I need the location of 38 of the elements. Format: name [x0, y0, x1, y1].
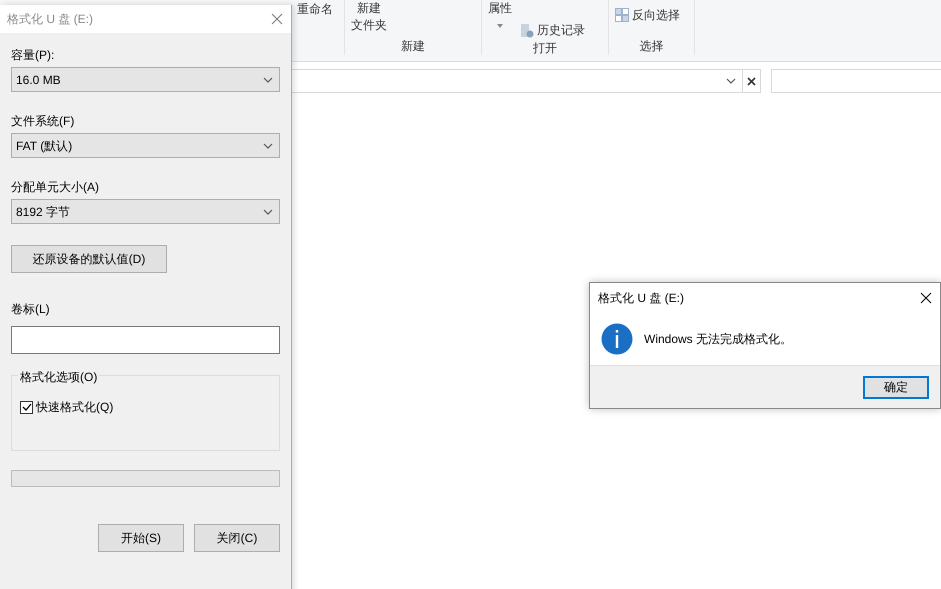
- checkbox[interactable]: [20, 400, 33, 414]
- document-clock-icon: [520, 22, 534, 38]
- ribbon-button[interactable]: 重命名: [297, 0, 333, 18]
- close-icon: [271, 13, 283, 25]
- ribbon-button[interactable]: 反向选择: [615, 6, 680, 24]
- close-icon[interactable]: [747, 76, 756, 86]
- dialog-button[interactable]: 开始(S): [98, 524, 184, 552]
- dialog-button[interactable]: 关闭(C): [194, 524, 280, 552]
- field-label: 分配单元大小(A): [11, 179, 100, 195]
- ribbon-group-label: 选择: [640, 39, 664, 53]
- dropdown[interactable]: 8192 字节: [11, 199, 280, 224]
- message-text: Windows 无法完成格式化。: [644, 331, 792, 348]
- ribbon-button[interactable]: 新建 文件夹: [351, 0, 387, 37]
- close-icon: [920, 292, 932, 304]
- dropdown[interactable]: FAT (默认): [11, 133, 280, 158]
- input-field[interactable]: [11, 326, 280, 354]
- field-label: 容量(P):: [11, 47, 56, 63]
- ok-button[interactable]: 确定: [863, 376, 929, 398]
- field-label: 文件系统(F): [11, 113, 76, 129]
- checkbox-label: 快速格式化(Q): [36, 399, 114, 416]
- caret-icon: [263, 142, 273, 148]
- dropdown[interactable]: 16.0 MB: [11, 67, 280, 92]
- caret-icon: [263, 208, 273, 214]
- caret-icon: [263, 76, 273, 82]
- ribbon-button[interactable]: 属性: [488, 0, 512, 39]
- ribbon-group-label: 打开: [533, 41, 557, 55]
- field-label: 卷标(L): [11, 301, 51, 317]
- group-title: 格式化选项(O): [18, 368, 100, 386]
- ribbon-group-label: 新建: [401, 39, 425, 53]
- window-title: 格式化 U 盘 (E:): [598, 290, 684, 307]
- search-field[interactable]: [771, 69, 941, 93]
- caret-icon: [497, 24, 503, 28]
- restore-defaults-button[interactable]: 还原设备的默认值(D): [11, 245, 167, 273]
- ribbon-button[interactable]: 历史记录: [520, 21, 585, 39]
- chevron-down-icon: [726, 78, 736, 84]
- grid-icon: [615, 8, 629, 22]
- window-title: 格式化 U 盘 (E:): [7, 11, 93, 28]
- info-icon: [601, 323, 633, 355]
